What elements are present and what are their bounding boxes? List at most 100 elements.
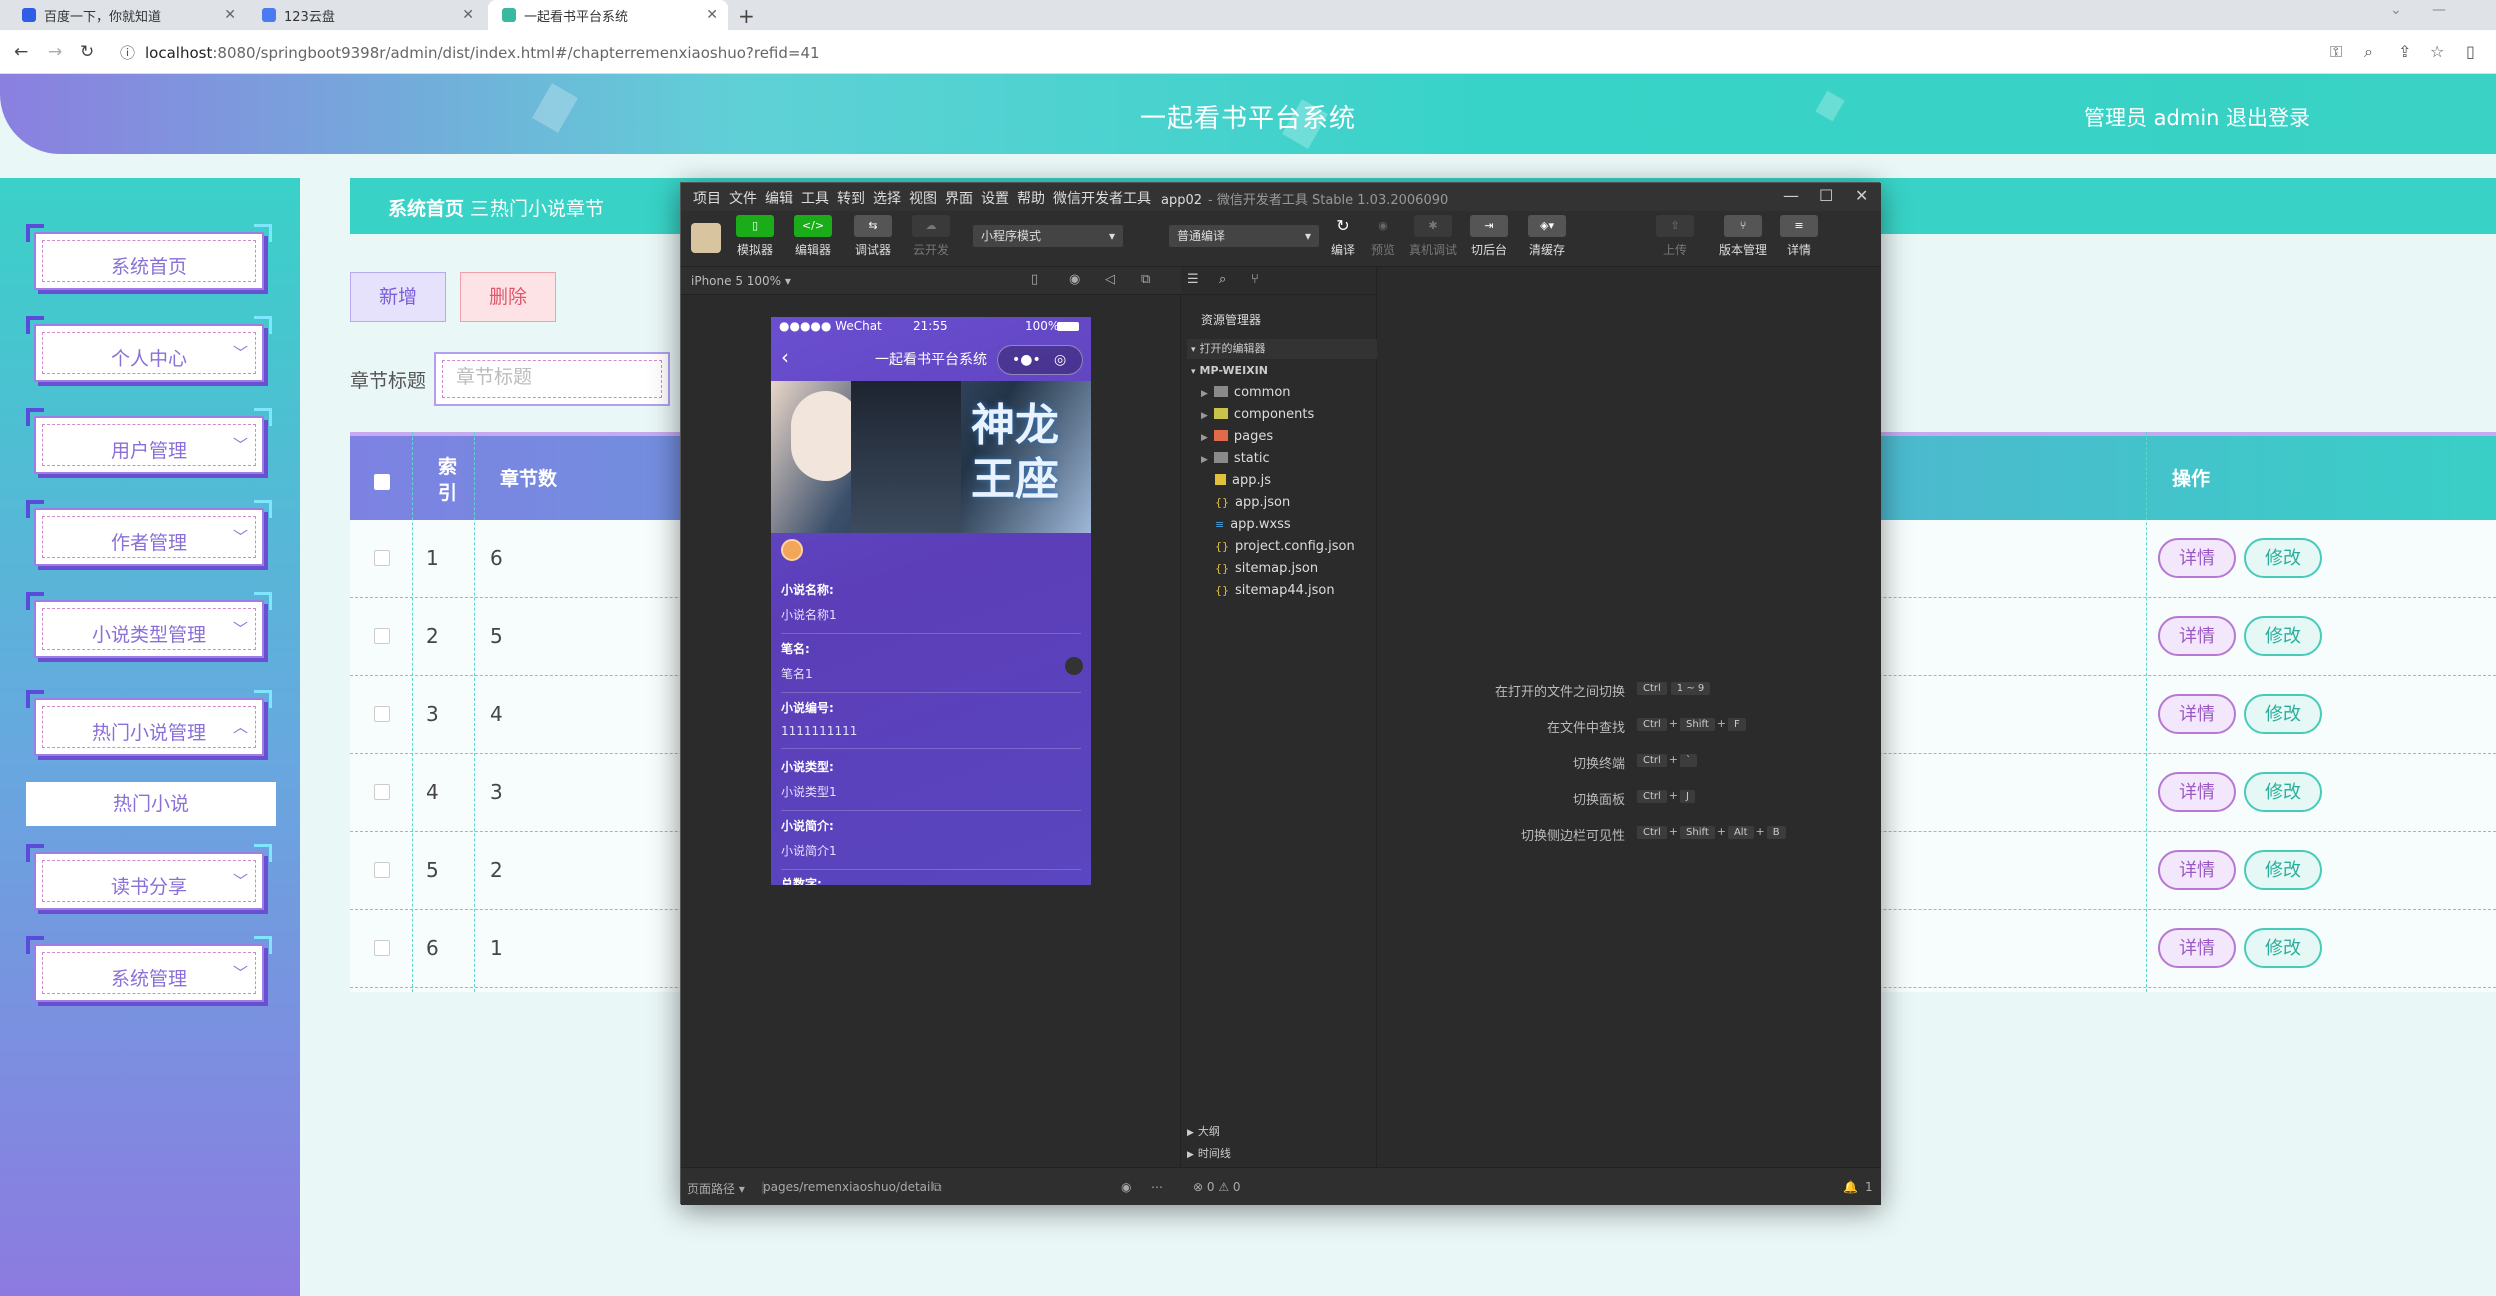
- details-tool[interactable]: ≡ 详情: [1771, 215, 1827, 258]
- minimize-icon[interactable]: —: [2432, 2, 2446, 18]
- menu-wechat-devtools[interactable]: 微信开发者工具: [1053, 188, 1151, 208]
- sidebar-item-novel-types[interactable]: 小说类型管理 ﹀: [26, 592, 272, 666]
- copy-icon[interactable]: ⧉: [933, 1180, 942, 1195]
- search-input[interactable]: [456, 366, 646, 388]
- folder-row[interactable]: ▶ static: [1201, 449, 1270, 469]
- file-row[interactable]: {} app.json: [1215, 493, 1290, 513]
- more-icon[interactable]: •●•: [1012, 346, 1041, 374]
- more-icon[interactable]: ⋯: [1151, 1180, 1163, 1194]
- edit-button[interactable]: 修改: [2244, 772, 2322, 812]
- sidebar-item-users[interactable]: 用户管理 ﹀: [26, 408, 272, 482]
- browser-tab-baidu[interactable]: 百度一下，你就知道 ✕: [8, 0, 246, 30]
- bell-icon[interactable]: 🔔: [1843, 1180, 1858, 1194]
- detail-button[interactable]: 详情: [2158, 694, 2236, 734]
- eye-icon[interactable]: ◉: [1121, 1180, 1131, 1194]
- device-select[interactable]: iPhone 5 100% ▾: [691, 274, 791, 288]
- zoom-icon[interactable]: ⌕: [2364, 42, 2373, 62]
- file-row[interactable]: {} project.config.json: [1215, 537, 1355, 557]
- search-field[interactable]: [434, 352, 670, 406]
- sidebar-item-hot-novels[interactable]: 热门小说管理 ︿: [26, 690, 272, 764]
- new-tab-icon[interactable]: +: [738, 4, 755, 28]
- minimize-icon[interactable]: —: [1783, 186, 1799, 205]
- logout-link[interactable]: 退出登录: [2226, 102, 2310, 132]
- folder-row[interactable]: ▶ common: [1201, 383, 1291, 403]
- info-icon[interactable]: ⓘ: [120, 44, 135, 62]
- outline-section[interactable]: ▶ 大纲: [1187, 1123, 1220, 1139]
- sidebar-item-authors[interactable]: 作者管理 ﹀: [26, 500, 272, 574]
- row-checkbox[interactable]: [374, 784, 390, 800]
- rotate-icon[interactable]: ▯: [1031, 272, 1038, 287]
- detail-button[interactable]: 详情: [2158, 850, 2236, 890]
- sidebar-item-reading-share[interactable]: 读书分享 ﹀: [26, 844, 272, 918]
- compile-tool[interactable]: ↻ 编译: [1321, 215, 1365, 258]
- record-icon[interactable]: ◉: [1069, 272, 1080, 287]
- row-checkbox[interactable]: [374, 940, 390, 956]
- key-icon[interactable]: ⚿: [2330, 42, 2342, 62]
- sidebar-item-system[interactable]: 系统管理 ﹀: [26, 936, 272, 1010]
- row-checkbox[interactable]: [374, 706, 390, 722]
- file-row[interactable]: ≡ app.wxss: [1215, 515, 1291, 535]
- file-row[interactable]: app.js: [1215, 471, 1271, 491]
- timeline-section[interactable]: ▶ 时间线: [1187, 1145, 1231, 1161]
- edit-button[interactable]: 修改: [2244, 538, 2322, 578]
- folder-row[interactable]: ▶ components: [1201, 405, 1314, 425]
- debugger-tool[interactable]: ⇆ 调试器: [845, 215, 901, 258]
- menu-file[interactable]: 文件: [729, 188, 757, 208]
- menu-interface[interactable]: 界面: [945, 188, 973, 208]
- simulator-tool[interactable]: ▯ 模拟器: [727, 215, 783, 258]
- menu-project[interactable]: 项目: [693, 188, 721, 208]
- menu-goto[interactable]: 转到: [837, 188, 865, 208]
- close-icon[interactable]: ✕: [706, 7, 718, 23]
- search-icon[interactable]: ⌕: [1219, 272, 1226, 287]
- menu-settings[interactable]: 设置: [981, 188, 1009, 208]
- project-section[interactable]: ▾ MP-WEIXIN: [1187, 361, 1377, 381]
- edit-button[interactable]: 修改: [2244, 928, 2322, 968]
- edit-button[interactable]: 修改: [2244, 616, 2322, 656]
- page-path-label[interactable]: 页面路径 ▾: [687, 1180, 745, 1197]
- forward-icon[interactable]: →: [48, 42, 62, 62]
- delete-button[interactable]: 删除: [460, 272, 556, 322]
- url-field[interactable]: ⓘ localhost:8080/springboot9398r/admin/di…: [120, 42, 820, 63]
- sidebar-icon[interactable]: ▯: [2466, 42, 2475, 61]
- row-checkbox[interactable]: [374, 862, 390, 878]
- sidebar-item-personal[interactable]: 个人中心 ﹀: [26, 316, 272, 390]
- list-icon[interactable]: ☰: [1187, 272, 1199, 287]
- browser-tab-123pan[interactable]: 123云盘 ✕: [248, 0, 484, 30]
- menu-view[interactable]: 视图: [909, 188, 937, 208]
- upload-tool[interactable]: ⇧ 上传: [1647, 215, 1703, 258]
- error-status[interactable]: ⊗ 0 ⚠ 0: [1193, 1180, 1241, 1194]
- close-icon[interactable]: ✕: [224, 7, 236, 23]
- star-icon[interactable]: ☆: [2430, 42, 2444, 61]
- row-checkbox[interactable]: [374, 550, 390, 566]
- row-checkbox[interactable]: [374, 628, 390, 644]
- close-icon[interactable]: ✕: [462, 7, 474, 23]
- sidebar-item-home[interactable]: 系统首页: [26, 224, 272, 298]
- maximize-icon[interactable]: ☐: [1819, 186, 1833, 205]
- mode-select[interactable]: 小程序模式 ▾: [973, 225, 1123, 247]
- volume-icon[interactable]: ◁: [1105, 272, 1115, 287]
- detail-button[interactable]: 详情: [2158, 616, 2236, 656]
- select-all-checkbox[interactable]: [374, 474, 390, 490]
- menu-select[interactable]: 选择: [873, 188, 901, 208]
- file-row[interactable]: {} sitemap44.json: [1215, 581, 1335, 601]
- menu-help[interactable]: 帮助: [1017, 188, 1045, 208]
- real-device-debug-tool[interactable]: ✱ 真机调试: [1401, 215, 1465, 258]
- submenu-hot-novel[interactable]: 热门小说: [26, 782, 276, 826]
- open-editors-section[interactable]: ▾ 打开的编辑器: [1187, 339, 1377, 359]
- detail-button[interactable]: 详情: [2158, 538, 2236, 578]
- popout-icon[interactable]: ⧉: [1141, 272, 1150, 287]
- menu-edit[interactable]: 编辑: [765, 188, 793, 208]
- preview-tool[interactable]: ◉ 预览: [1361, 215, 1405, 258]
- edit-button[interactable]: 修改: [2244, 850, 2322, 890]
- background-tool[interactable]: ⇥ 切后台: [1461, 215, 1517, 258]
- browser-tab-app[interactable]: 一起看书平台系统 ✕: [488, 0, 728, 30]
- editor-tool[interactable]: </> 编辑器: [785, 215, 841, 258]
- chevron-down-icon[interactable]: ⌄: [2390, 2, 2402, 18]
- git-icon[interactable]: ⑂: [1251, 272, 1259, 287]
- capsule-button[interactable]: •●• ◎: [997, 345, 1083, 375]
- breadcrumb-home[interactable]: 系统首页: [388, 194, 464, 221]
- file-row[interactable]: {} sitemap.json: [1215, 559, 1318, 579]
- detail-button[interactable]: 详情: [2158, 772, 2236, 812]
- target-icon[interactable]: ◎: [1054, 346, 1066, 374]
- menu-tools[interactable]: 工具: [801, 188, 829, 208]
